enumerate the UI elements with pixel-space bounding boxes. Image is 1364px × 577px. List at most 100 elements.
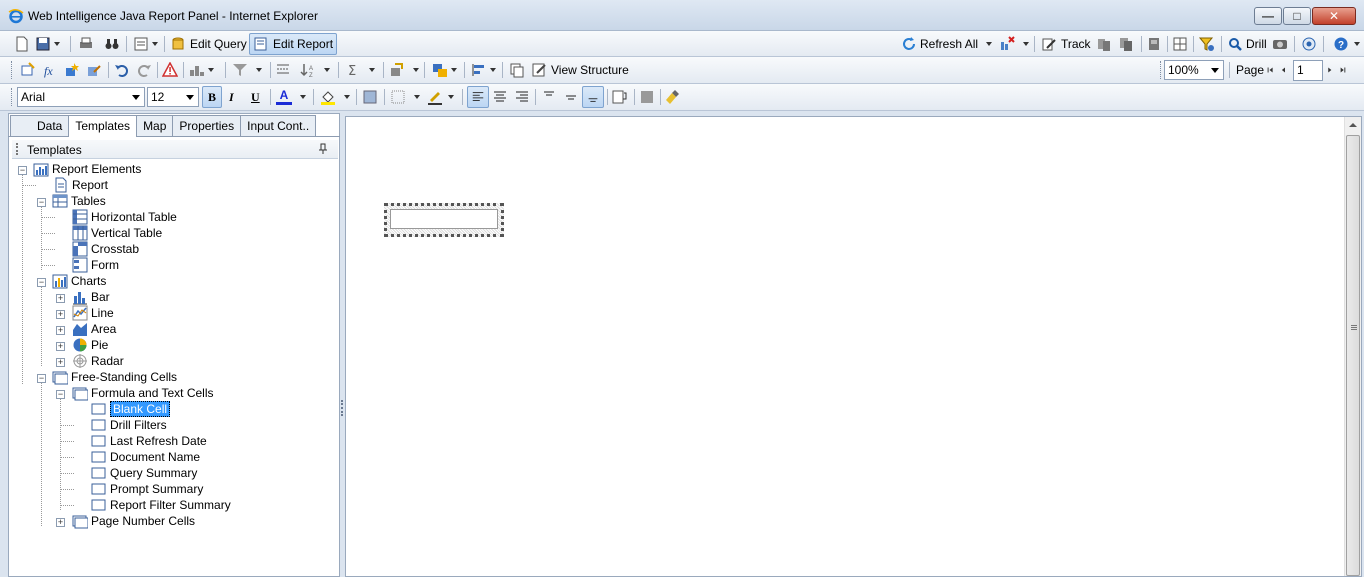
tab-data[interactable]: Data xyxy=(10,115,70,136)
track-show-changes-button[interactable] xyxy=(1096,35,1112,53)
align-middle-button[interactable] xyxy=(563,88,579,106)
last-page-button[interactable] xyxy=(1340,61,1350,79)
tab-map[interactable]: Map xyxy=(136,115,174,136)
tree-item-bar[interactable]: Bar xyxy=(72,289,110,305)
redo-button[interactable] xyxy=(136,61,152,79)
tab-input-controls[interactable]: Input Cont.. xyxy=(240,115,317,136)
find-button[interactable] xyxy=(104,35,120,53)
ranking-button[interactable] xyxy=(189,61,214,79)
expand-line-toggle[interactable]: + xyxy=(56,310,65,319)
arrange-button[interactable] xyxy=(432,61,457,79)
web-help-button[interactable] xyxy=(1301,35,1317,53)
align-top-button[interactable] xyxy=(541,88,557,106)
fill-color-button[interactable] xyxy=(320,88,350,106)
collapse-free-standing-cells-toggle[interactable]: − xyxy=(37,374,46,383)
tree-item-report[interactable]: Report xyxy=(53,177,108,193)
insert-cell-button[interactable] xyxy=(20,61,36,79)
scroll-up-arrow[interactable] xyxy=(1349,123,1357,127)
tree-item-drill-filters[interactable]: Drill Filters xyxy=(91,417,167,433)
tree-item-vertical-table[interactable]: Vertical Table xyxy=(72,225,162,241)
expand-page-number-cells-toggle[interactable]: + xyxy=(56,518,65,527)
scrollbar-thumb[interactable] xyxy=(1346,135,1360,576)
edit-report-button[interactable]: Edit Report xyxy=(249,33,338,55)
tree-item-report-elements[interactable]: Report Elements xyxy=(33,161,141,177)
align-bottom-button[interactable] xyxy=(582,86,604,108)
tree-item-line[interactable]: Line xyxy=(72,305,114,321)
font-family-select[interactable]: Arial xyxy=(17,87,145,107)
align-button[interactable] xyxy=(471,61,496,79)
italic-button[interactable]: I xyxy=(229,88,234,106)
vertical-scrollbar[interactable] xyxy=(1344,117,1361,576)
maximize-button[interactable]: □ xyxy=(1283,7,1311,25)
section-view-button[interactable] xyxy=(1172,35,1188,53)
collapse-report-elements-toggle[interactable]: − xyxy=(18,166,27,175)
print-button[interactable] xyxy=(78,35,94,53)
filter-drill-button[interactable] xyxy=(1199,35,1215,53)
save-button[interactable] xyxy=(35,35,60,53)
zoom-select[interactable]: 100% xyxy=(1164,60,1224,80)
minimize-button[interactable]: — xyxy=(1254,7,1282,25)
tree-item-formula-text-cells[interactable]: Formula and Text Cells xyxy=(72,385,214,401)
wrap-text-button[interactable] xyxy=(612,88,628,106)
tree-item-page-number-cells[interactable]: Page Number Cells xyxy=(72,513,195,529)
tree-item-radar[interactable]: Radar xyxy=(72,353,124,369)
tree-item-charts[interactable]: Charts xyxy=(52,273,106,289)
tree-item-prompt-summary[interactable]: Prompt Summary xyxy=(91,481,203,497)
outline-button[interactable] xyxy=(1146,35,1162,53)
view-mode-button[interactable] xyxy=(133,35,158,53)
underline-button[interactable]: U xyxy=(251,88,260,106)
collapse-charts-toggle[interactable]: − xyxy=(37,278,46,287)
alerters-button[interactable] xyxy=(162,61,178,79)
turn-to-button[interactable] xyxy=(389,61,419,79)
track-options-button[interactable] xyxy=(1118,35,1134,53)
align-right-button[interactable] xyxy=(514,88,530,106)
track-button[interactable]: Track xyxy=(1041,35,1091,53)
tree-item-report-filter-summary[interactable]: Report Filter Summary xyxy=(91,497,231,513)
align-left-button[interactable] xyxy=(467,86,489,108)
tree-item-document-name[interactable]: Document Name xyxy=(91,449,200,465)
align-center-button[interactable] xyxy=(492,88,508,106)
refresh-all-button[interactable]: Refresh All xyxy=(901,35,993,53)
help-button[interactable]: ? xyxy=(1333,35,1360,53)
expand-bar-toggle[interactable]: + xyxy=(56,294,65,303)
border-color-button[interactable] xyxy=(427,88,454,106)
drill-snapshot-button[interactable] xyxy=(1272,35,1288,53)
data-tracking-button[interactable] xyxy=(86,61,102,79)
bold-button[interactable]: B xyxy=(202,86,222,108)
blank-cell-drag-preview[interactable] xyxy=(384,203,504,237)
merge-cells-button[interactable] xyxy=(639,88,655,106)
variable-editor-button[interactable] xyxy=(64,61,80,79)
new-document-button[interactable] xyxy=(14,35,30,53)
expand-pie-toggle[interactable]: + xyxy=(56,342,65,351)
sort-button[interactable]: AZ xyxy=(300,61,330,79)
sum-button[interactable]: Σ xyxy=(345,61,375,79)
tree-item-crosstab[interactable]: Crosstab xyxy=(72,241,139,257)
tree-item-area[interactable]: Area xyxy=(72,321,116,337)
purge-button[interactable] xyxy=(999,35,1029,53)
next-page-button[interactable] xyxy=(1327,61,1337,79)
collapse-formula-text-cells-toggle[interactable]: − xyxy=(56,390,65,399)
edit-query-button[interactable]: Edit Query xyxy=(170,35,247,53)
font-size-select[interactable]: 12 xyxy=(147,87,199,107)
close-button[interactable]: ✕ xyxy=(1312,7,1356,25)
tree-item-blank-cell[interactable]: Blank Cell xyxy=(91,401,171,417)
tree-item-form[interactable]: Form xyxy=(72,257,119,273)
page-number-input[interactable]: 1 xyxy=(1293,60,1323,81)
drill-button[interactable]: Drill xyxy=(1227,35,1267,53)
collapse-tables-toggle[interactable]: − xyxy=(37,198,46,207)
tree-item-free-standing-cells[interactable]: Free-Standing Cells xyxy=(52,369,177,385)
first-page-button[interactable] xyxy=(1267,61,1277,79)
duplicate-button[interactable] xyxy=(509,61,525,79)
undo-button[interactable] xyxy=(114,61,130,79)
formula-button[interactable]: fx xyxy=(42,61,58,79)
filter-button[interactable] xyxy=(232,61,262,79)
tree-item-query-summary[interactable]: Query Summary xyxy=(91,465,197,481)
expand-radar-toggle[interactable]: + xyxy=(56,358,65,367)
tree-item-last-refresh-date[interactable]: Last Refresh Date xyxy=(91,433,207,449)
tree-item-tables[interactable]: Tables xyxy=(52,193,106,209)
tab-templates[interactable]: Templates xyxy=(68,115,138,137)
previous-page-button[interactable] xyxy=(1280,61,1290,79)
format-painter-button[interactable] xyxy=(665,88,681,106)
view-structure-button[interactable]: View Structure xyxy=(531,61,629,79)
font-color-button[interactable]: A xyxy=(276,88,306,106)
